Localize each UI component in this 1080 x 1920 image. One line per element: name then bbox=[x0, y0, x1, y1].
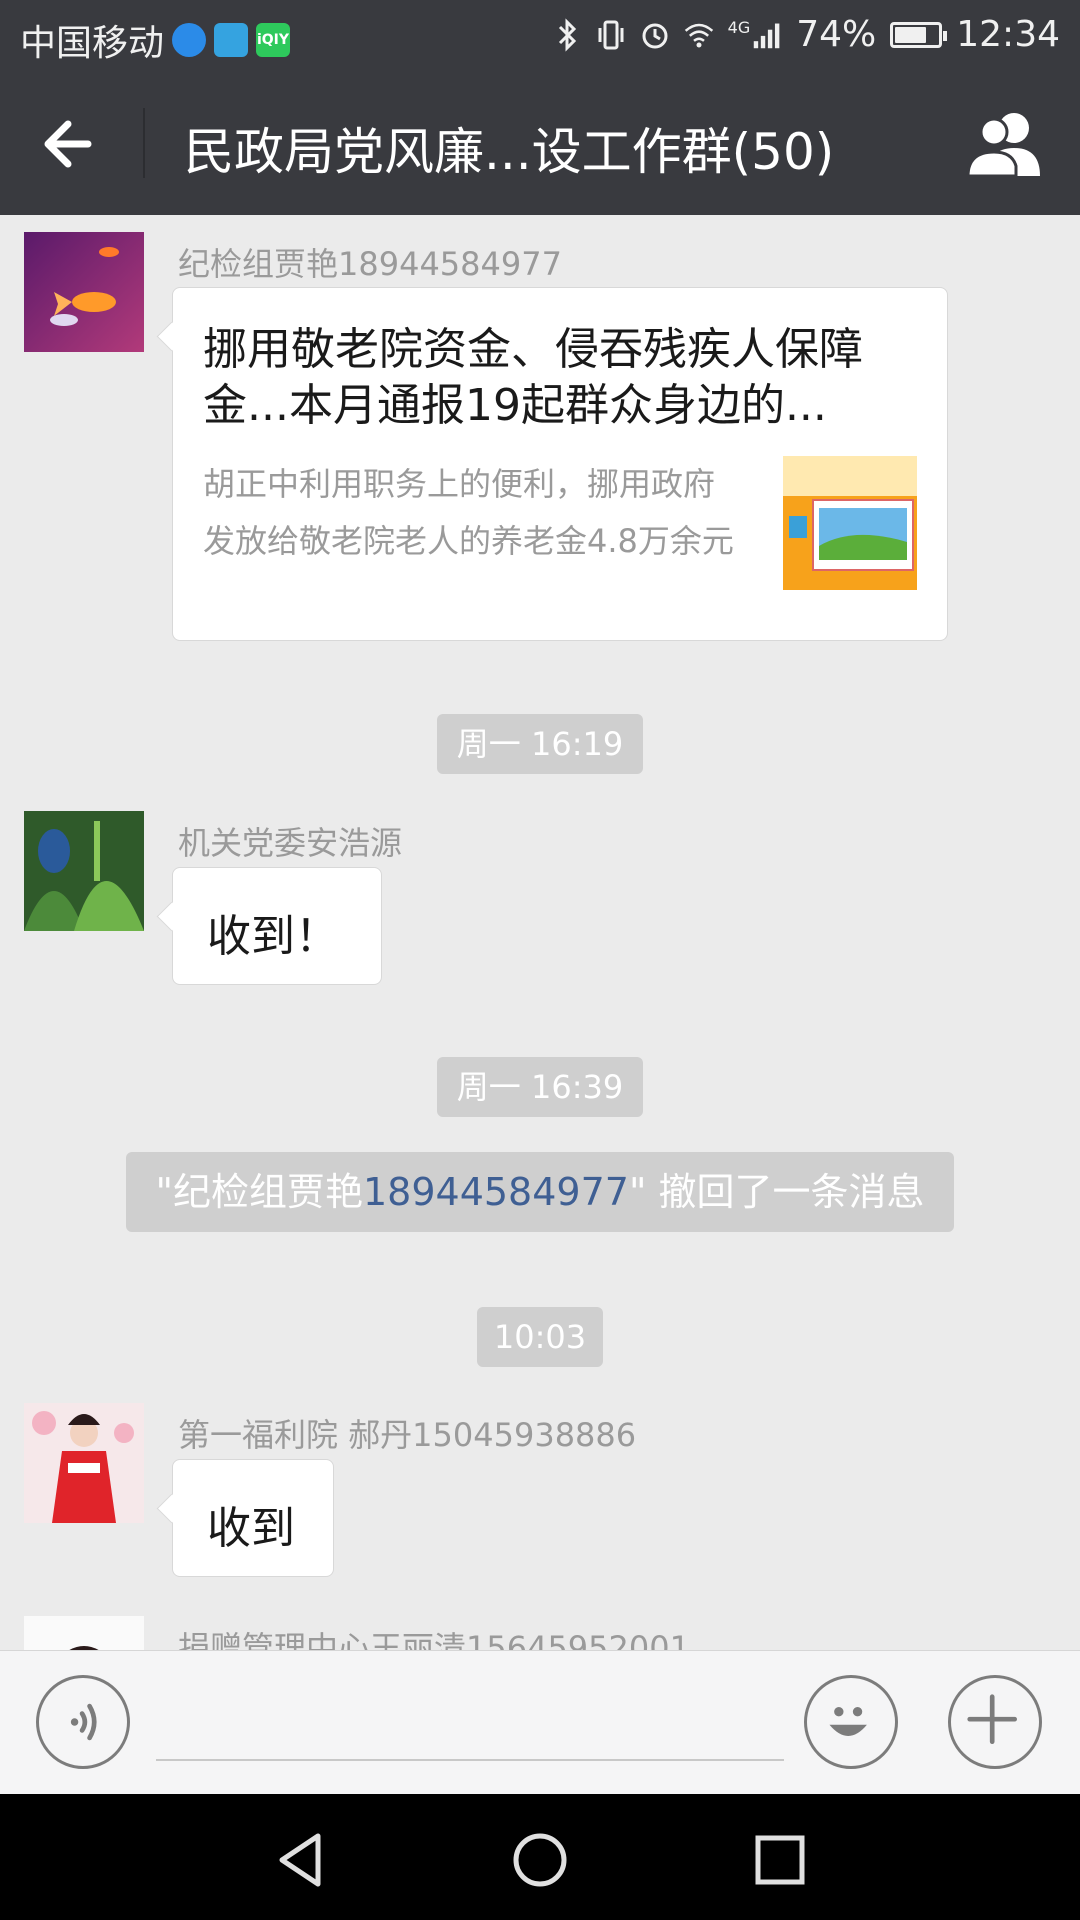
wifi-icon bbox=[684, 23, 713, 47]
vibrate-icon bbox=[598, 20, 624, 49]
chat-messages[interactable]: 纪检组贾艳18944584977 挪用敬老院资金、侵吞残疾人保障金...本月通报… bbox=[0, 215, 1080, 1650]
card-description: 胡正中利用职务上的便利，挪用政府发放给敬老院老人的养老金4.8万余元 bbox=[203, 465, 734, 560]
chat-title: 民政局党风廉...设工作群(50) bbox=[184, 123, 835, 181]
title-bar: 民政局党风廉...设工作群(50) bbox=[0, 72, 1080, 215]
link-card-bubble[interactable]: 挪用敬老院资金、侵吞残疾人保障金...本月通报19起群众身边的... 胡正中利用… bbox=[172, 287, 948, 641]
sender-name: 机关党委安浩源 bbox=[178, 824, 403, 862]
qq-browser-icon bbox=[172, 23, 207, 57]
bluetooth-icon bbox=[558, 17, 576, 52]
message-bubble[interactable]: 收到 bbox=[172, 1459, 334, 1577]
status-bar: 中国移动 iQIY 4G 74% 12:34 bbox=[0, 0, 1080, 72]
recall-notice: "纪检组贾艳18944584977" 撤回了一条消息 bbox=[126, 1152, 954, 1232]
plus-icon bbox=[967, 1694, 1017, 1744]
title-divider bbox=[143, 108, 145, 178]
message-bubble[interactable]: 收到！ bbox=[172, 867, 382, 985]
input-bar bbox=[0, 1650, 1080, 1795]
smiley-icon bbox=[829, 1707, 867, 1737]
timestamp: 周一 16:39 bbox=[437, 1057, 643, 1117]
avatar-goldfish[interactable] bbox=[24, 232, 144, 352]
avatar-partial[interactable] bbox=[24, 1616, 144, 1650]
timestamp: 10:03 bbox=[477, 1307, 603, 1367]
system-nav-bar bbox=[0, 1794, 1080, 1920]
battery-percent: 74% bbox=[796, 14, 877, 55]
card-title: 挪用敬老院资金、侵吞残疾人保障金...本月通报19起群众身边的... bbox=[203, 324, 863, 431]
nav-back-icon[interactable] bbox=[270, 1830, 330, 1890]
nav-home-icon[interactable] bbox=[510, 1830, 570, 1890]
network-type: 4G bbox=[727, 18, 751, 37]
avatar-costume-girl[interactable] bbox=[24, 1403, 144, 1523]
recall-phone-link[interactable]: 18944584977 bbox=[363, 1170, 629, 1214]
card-thumbnail bbox=[783, 456, 917, 590]
message-text: 收到 bbox=[207, 1503, 295, 1554]
alarm-icon bbox=[642, 23, 668, 48]
recall-suffix: " 撤回了一条消息 bbox=[628, 1170, 925, 1214]
sender-name: 捐赠管理中心王丽清15645952001 bbox=[178, 1629, 690, 1650]
clock: 12:34 bbox=[956, 14, 1060, 55]
group-members-icon[interactable] bbox=[962, 106, 1052, 182]
iqiyi-icon: iQIY bbox=[256, 23, 291, 57]
sender-name: 第一福利院 郝丹15045938886 bbox=[178, 1416, 637, 1454]
signal-icon bbox=[753, 23, 780, 48]
message-input[interactable] bbox=[156, 1687, 784, 1761]
voice-input-button[interactable] bbox=[36, 1675, 130, 1769]
carrier-label: 中国移动 bbox=[20, 23, 165, 64]
voice-icon bbox=[70, 1703, 97, 1741]
timestamp: 周一 16:19 bbox=[437, 714, 643, 774]
telegram-icon bbox=[214, 23, 249, 57]
back-arrow-icon[interactable] bbox=[30, 104, 120, 184]
avatar-plants[interactable] bbox=[24, 811, 144, 931]
emoji-button[interactable] bbox=[804, 1675, 898, 1769]
nav-recents-icon[interactable] bbox=[750, 1830, 810, 1890]
sender-name: 纪检组贾艳18944584977 bbox=[178, 245, 562, 283]
message-text: 收到！ bbox=[207, 911, 339, 962]
battery-icon bbox=[890, 21, 948, 48]
more-options-button[interactable] bbox=[948, 1675, 1042, 1769]
recall-prefix: "纪检组贾艳 bbox=[155, 1170, 363, 1214]
